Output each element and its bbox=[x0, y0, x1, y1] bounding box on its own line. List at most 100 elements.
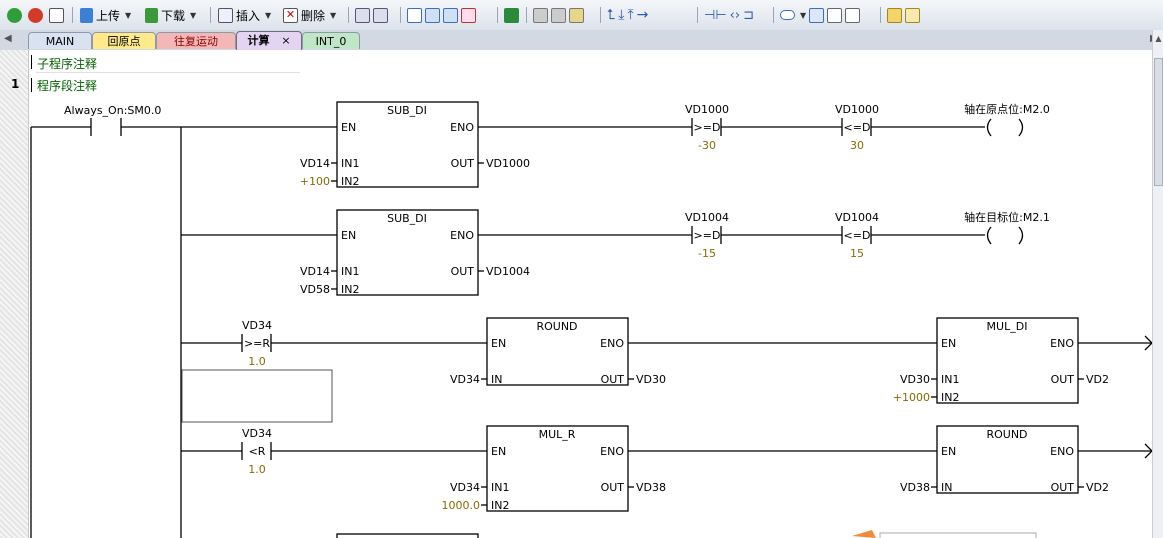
lock-add-icon[interactable] bbox=[569, 7, 584, 23]
lock-icon[interactable] bbox=[533, 7, 548, 23]
block-title: MUL_R bbox=[539, 428, 576, 441]
unlock-icon[interactable] bbox=[551, 7, 566, 23]
tab-calculate[interactable]: 计算 × bbox=[236, 31, 302, 50]
compare-op: >=R bbox=[244, 337, 270, 350]
contact-icon[interactable]: ⊣⊢ bbox=[704, 8, 727, 23]
upload-label: 上传 bbox=[96, 8, 121, 23]
compare-op: <=D bbox=[844, 121, 871, 134]
tab-int0[interactable]: INT_0 bbox=[302, 32, 360, 49]
compare-op: <R bbox=[249, 445, 266, 458]
compare-op: >=D bbox=[694, 229, 721, 242]
compare-value: 1.0 bbox=[248, 463, 266, 476]
pin-label: OUT bbox=[451, 157, 475, 170]
pin-label: IN1 bbox=[341, 157, 359, 170]
operand: VD34 bbox=[450, 481, 480, 494]
line-down-icon[interactable]: ⤓ bbox=[618, 7, 624, 23]
scroll-left-icon[interactable]: ◀ bbox=[4, 33, 12, 44]
pin-label: IN2 bbox=[341, 175, 359, 188]
block-title: ROUND bbox=[986, 428, 1027, 441]
go-to-button[interactable] bbox=[504, 6, 519, 24]
delete-button[interactable]: ✕ 删除 ▼ bbox=[283, 6, 336, 24]
clear-icon[interactable] bbox=[461, 7, 476, 23]
separator bbox=[497, 7, 498, 23]
operand: VD38 bbox=[900, 481, 930, 494]
compile-button[interactable] bbox=[49, 6, 64, 24]
chevron-down-icon: ▼ bbox=[125, 10, 132, 20]
operand: VD14 bbox=[300, 265, 330, 278]
compare-op: >=D bbox=[694, 121, 721, 134]
vertical-scrollbar[interactable]: ▲ bbox=[1152, 30, 1163, 538]
separator bbox=[697, 7, 698, 23]
upload-button[interactable]: 上传 ▼ bbox=[80, 6, 131, 24]
separator bbox=[600, 7, 601, 23]
tab-homing[interactable]: 回原点 bbox=[92, 32, 156, 49]
edit-all-icon[interactable] bbox=[845, 7, 861, 23]
insert-label: 插入 bbox=[236, 8, 261, 23]
symbol-icon[interactable] bbox=[780, 10, 795, 20]
tab-main[interactable]: MAIN bbox=[28, 32, 92, 49]
table-icon[interactable] bbox=[809, 7, 825, 23]
constant-operand: +1000 bbox=[893, 391, 930, 404]
box-element-icon[interactable]: ⊐ bbox=[743, 8, 754, 23]
download-button[interactable]: 下载 ▼ bbox=[145, 6, 196, 24]
insert-button[interactable]: 插入 ▼ bbox=[218, 6, 271, 24]
coil-icon[interactable]: ‹› bbox=[730, 8, 740, 23]
scroll-up-icon[interactable]: ▲ bbox=[1153, 34, 1163, 43]
key-icon[interactable] bbox=[887, 7, 902, 23]
tab-label: INT_0 bbox=[315, 35, 347, 48]
navigate-forward-icon[interactable] bbox=[443, 7, 458, 23]
edit-icon[interactable] bbox=[827, 7, 843, 23]
pin-label: IN bbox=[941, 481, 952, 494]
delete-icon: ✕ bbox=[283, 7, 298, 23]
separator bbox=[400, 7, 401, 23]
navigate-back-icon[interactable] bbox=[425, 7, 440, 23]
stop-icon bbox=[28, 7, 43, 23]
box-icon[interactable] bbox=[407, 7, 422, 23]
network-insert-icon[interactable] bbox=[373, 7, 388, 23]
chevron-down-icon: ▼ bbox=[265, 10, 272, 20]
separator bbox=[880, 7, 881, 23]
operand: VD38 bbox=[636, 481, 666, 494]
arrow-down-icon bbox=[145, 7, 158, 23]
compare-value: 30 bbox=[850, 139, 864, 152]
compare-operand: VD1004 bbox=[835, 211, 879, 224]
line-right-icon[interactable]: → bbox=[637, 7, 649, 23]
compare-value: 1.0 bbox=[248, 355, 266, 368]
empty-element-box bbox=[181, 369, 333, 423]
run-button[interactable] bbox=[7, 6, 22, 24]
compare-operand: VD1004 bbox=[685, 211, 729, 224]
pin-label: OUT bbox=[1051, 373, 1075, 386]
ladder-diagram: Always_On:SM0.0 SUB_DI EN ENO IN1 IN2 OU… bbox=[30, 101, 1152, 538]
pin-label: ENO bbox=[1050, 337, 1074, 350]
ladder-editor[interactable]: 1 子程序注释 程序段注释 Always_On:SM0.0 SUB_DI EN … bbox=[0, 50, 1152, 538]
operand: VD2 bbox=[1086, 481, 1109, 494]
operand: VD1004 bbox=[486, 265, 530, 278]
download-label: 下载 bbox=[161, 8, 186, 23]
compare-operand: VD1000 bbox=[685, 103, 729, 116]
toolbar-icon-group-2 bbox=[407, 6, 476, 24]
run-icon bbox=[7, 7, 22, 23]
compare-value: -15 bbox=[698, 247, 716, 260]
scrollbar-thumb[interactable] bbox=[1154, 58, 1163, 186]
chevron-down-icon[interactable]: ▼ bbox=[800, 11, 806, 20]
close-icon[interactable]: × bbox=[281, 34, 290, 47]
pin-label: ENO bbox=[600, 337, 624, 350]
line-up-icon[interactable]: ⤒ bbox=[627, 7, 633, 23]
constant-operand: 1000.0 bbox=[442, 499, 481, 512]
tab-reciprocating[interactable]: 往复运动 bbox=[156, 32, 236, 49]
delete-label: 删除 bbox=[301, 8, 326, 23]
cursor-mark bbox=[852, 530, 876, 538]
compare-value: 15 bbox=[850, 247, 864, 260]
network-icon[interactable] bbox=[355, 7, 370, 23]
contact-always-on-label: Always_On:SM0.0 bbox=[64, 104, 161, 117]
tab-label: MAIN bbox=[45, 35, 75, 48]
stop-button[interactable] bbox=[28, 6, 43, 24]
compare-operand: VD34 bbox=[242, 427, 272, 440]
toolbar-icon-group-3 bbox=[533, 6, 584, 24]
go-to-icon bbox=[504, 7, 519, 23]
branch-icon[interactable]: ⮤ bbox=[607, 7, 615, 23]
pin-label: ENO bbox=[450, 229, 474, 242]
chevron-down-icon: ▼ bbox=[330, 10, 337, 20]
pin-label: ENO bbox=[450, 121, 474, 134]
bookmark-icon[interactable] bbox=[905, 7, 920, 23]
